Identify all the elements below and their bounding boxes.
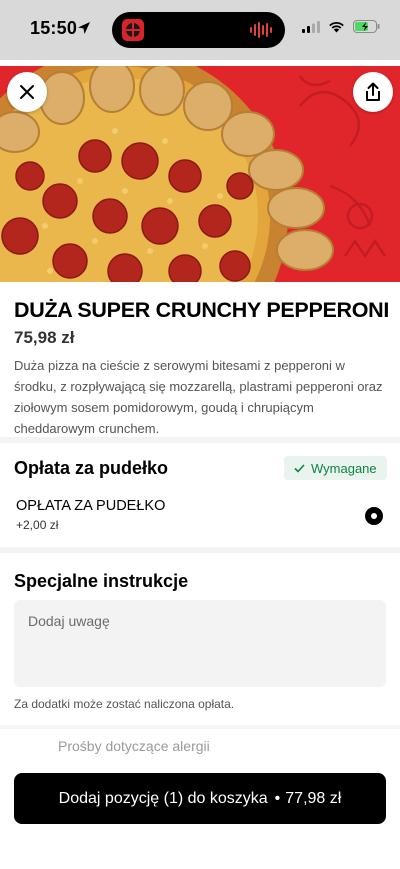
wifi-icon (329, 21, 344, 32)
add-to-cart-button[interactable]: Dodaj pozycję (1) do koszyka • 77,98 zł (14, 773, 386, 824)
app-icon (122, 19, 144, 41)
box-fee-radio[interactable] (365, 507, 383, 525)
price-separator: • (274, 789, 281, 807)
required-label: Wymagane (311, 460, 377, 476)
product-price: 75,98 zł (14, 328, 75, 347)
status-icons (302, 20, 380, 33)
section-divider (0, 547, 400, 553)
product-title: DUŻA SUPER CRUNCHY PEPPERONI (14, 298, 390, 322)
instructions-section-title: Specjalne instrukcje (14, 571, 189, 591)
dynamic-island (112, 12, 285, 48)
cart-total: 77,98 zł (285, 789, 342, 807)
extra-charge-hint: Za dodatki może zostać naliczona opłata. (14, 697, 235, 711)
status-bar: 15:50 (0, 0, 400, 60)
radio-selected-dot (371, 513, 377, 519)
audio-waveform-icon (250, 22, 272, 38)
pizza-app-glyph-icon (126, 23, 140, 37)
product-image (0, 66, 400, 282)
close-icon (20, 85, 34, 99)
close-button[interactable] (7, 72, 47, 112)
section-divider (0, 725, 400, 729)
share-button[interactable] (353, 72, 393, 112)
check-icon (294, 463, 305, 473)
location-arrow-icon (78, 22, 90, 34)
box-fee-section-title: Opłata za pudełko (14, 458, 169, 478)
cellular-signal-icon (302, 20, 320, 33)
section-divider (0, 437, 400, 443)
product-description: Duża pizza na cieście z serowymi bitesam… (14, 358, 383, 436)
box-fee-option-price: +2,00 zł (16, 518, 59, 532)
pizza-illustration (0, 66, 400, 282)
required-badge: Wymagane (284, 456, 387, 480)
status-time: 15:50 (30, 18, 78, 38)
add-to-cart-label: Dodaj pozycję (1) do koszyka (58, 789, 268, 807)
note-textarea[interactable] (14, 600, 386, 687)
allergy-requests-link[interactable]: Prośby dotyczące alergii (58, 738, 210, 754)
share-icon (366, 82, 380, 101)
box-fee-option-label: OPŁATA ZA PUDEŁKO (16, 498, 166, 514)
battery-charging-icon (353, 20, 380, 33)
